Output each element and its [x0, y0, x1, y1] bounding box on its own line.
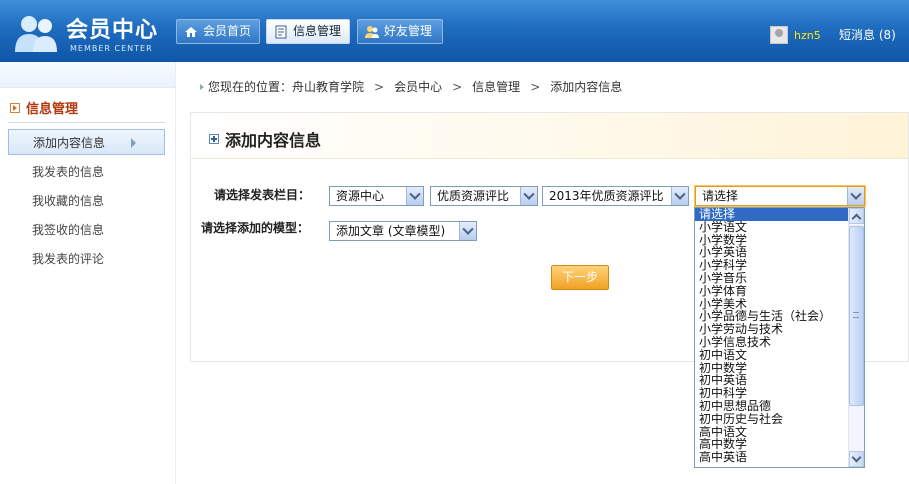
dropdown-option[interactable]: 小学信息技术 — [695, 336, 849, 349]
scroll-grip-icon — [853, 312, 859, 318]
sidebar-item-add-content[interactable]: 添加内容信息 — [8, 129, 165, 155]
tab-label: 好友管理 — [384, 24, 433, 38]
dropdown-scrollbar[interactable] — [848, 208, 864, 467]
dropdown-option[interactable]: 小学科学 — [695, 259, 849, 272]
breadcrumb-arrow-icon — [200, 83, 204, 90]
breadcrumb-separator: > — [452, 79, 463, 94]
sidebar-item-my-comments[interactable]: 我发表的评论 — [8, 246, 165, 272]
friends-icon — [365, 25, 379, 38]
breadcrumb-item[interactable]: 信息管理 — [472, 78, 520, 95]
messages-link[interactable]: 短消息 (8) — [839, 26, 896, 43]
column-dropdown-list[interactable]: 请选择 小学语文 小学数学 小学英语 小学科学 小学音乐 小学体育 小学美术 小学品德与生活（社… — [694, 207, 865, 468]
main-left-border — [175, 62, 176, 484]
dropdown-option[interactable]: 请选择 — [695, 208, 849, 221]
members-logo-icon — [15, 16, 57, 52]
username-link[interactable]: hzn5 — [794, 29, 821, 42]
dropdown-option[interactable]: 初中科学 — [695, 387, 849, 400]
dropdown-option[interactable]: 高中英语 — [695, 451, 849, 464]
select-value: 添加文章 (文章模型) — [336, 224, 446, 238]
chevron-down-icon[interactable] — [406, 187, 423, 205]
breadcrumb-separator: > — [530, 79, 541, 94]
logo: 会员中心 MEMBER CENTER — [8, 6, 168, 58]
dropdown-option[interactable]: 初中语文 — [695, 349, 849, 362]
select-value: 2013年优质资源评比 — [549, 189, 664, 203]
select-value: 优质资源评比 — [437, 189, 510, 203]
dropdown-options: 请选择 小学语文 小学数学 小学英语 小学科学 小学音乐 小学体育 小学美术 小学品德与生活（社… — [695, 208, 849, 464]
breadcrumb-prefix: 您现在的位置： — [208, 80, 293, 94]
dropdown-option[interactable]: 高中数学 — [695, 438, 849, 451]
section-title-label: 信息管理 — [26, 102, 79, 117]
tab-info-management[interactable]: 信息管理 — [266, 19, 350, 44]
sidebar-item-my-posts[interactable]: 我发表的信息 — [8, 159, 165, 185]
sidebar-top-bar — [0, 62, 175, 88]
chevron-down-icon[interactable] — [671, 187, 688, 205]
column-select-4[interactable]: 请选择 — [695, 186, 865, 206]
logo-title: 会员中心 — [66, 18, 159, 43]
user-box[interactable]: hzn5 — [770, 26, 821, 44]
panel-title: 添加内容信息 — [209, 127, 321, 151]
sidebar-item-label: 我收藏的信息 — [32, 194, 105, 208]
sidebar-divider — [8, 122, 165, 123]
model-label: 请选择添加的模型： — [201, 221, 310, 235]
scroll-up-icon[interactable] — [849, 208, 864, 224]
panel-title-label: 添加内容信息 — [225, 131, 322, 150]
section-arrow-icon — [10, 102, 20, 113]
top-header: 会员中心 MEMBER CENTER 会员首页 信息管理 好友管理 hzn5 短… — [0, 0, 909, 62]
tab-friend-management[interactable]: 好友管理 — [357, 19, 443, 44]
breadcrumb-item[interactable]: 舟山教育学院 — [292, 78, 364, 95]
column-select-1[interactable]: 资源中心 — [329, 186, 424, 206]
dropdown-option[interactable]: 小学数学 — [695, 234, 849, 247]
breadcrumb-item: 添加内容信息 — [550, 80, 623, 94]
sidebar-item-label: 我签收的信息 — [32, 223, 105, 237]
dropdown-option[interactable]: 小学劳动与技术 — [695, 323, 849, 336]
select-value: 资源中心 — [336, 189, 385, 203]
tab-label: 会员首页 — [203, 24, 252, 38]
chevron-right-icon — [131, 138, 136, 148]
model-select[interactable]: 添加文章 (文章模型) — [329, 221, 477, 241]
dropdown-option[interactable]: 小学美术 — [695, 298, 849, 311]
dropdown-option[interactable]: 初中数学 — [695, 362, 849, 375]
next-step-button[interactable]: 下一步 — [551, 265, 609, 290]
sidebar: 信息管理 添加内容信息 我发表的信息 我收藏的信息 我签收的信息 我发表的评论 — [0, 62, 175, 484]
dropdown-option[interactable]: 小学英语 — [695, 246, 849, 259]
panel-header: 添加内容信息 — [191, 113, 908, 159]
dropdown-option[interactable]: 初中思想品德 — [695, 400, 849, 413]
dropdown-option[interactable]: 初中英语 — [695, 374, 849, 387]
home-icon — [185, 26, 197, 37]
sidebar-item-label: 我发表的信息 — [32, 165, 105, 179]
chevron-down-icon[interactable] — [847, 187, 864, 205]
sidebar-item-my-received[interactable]: 我签收的信息 — [8, 217, 165, 243]
dropdown-option[interactable]: 小学音乐 — [695, 272, 849, 285]
chevron-down-icon[interactable] — [459, 222, 476, 240]
sidebar-item-label: 添加内容信息 — [33, 136, 106, 150]
dropdown-option[interactable]: 小学品德与生活（社会） — [695, 310, 849, 323]
tab-member-home[interactable]: 会员首页 — [176, 19, 260, 44]
avatar[interactable] — [770, 26, 788, 44]
tab-label: 信息管理 — [293, 24, 342, 38]
document-icon — [275, 25, 287, 38]
dropdown-option[interactable]: 小学体育 — [695, 285, 849, 298]
breadcrumb: 您现在的位置： 舟山教育学院 > 会员中心 > 信息管理 > 添加内容信息 — [200, 78, 622, 95]
select-value: 请选择 — [702, 189, 739, 203]
sidebar-item-my-favorites[interactable]: 我收藏的信息 — [8, 188, 165, 214]
sidebar-section-title: 信息管理 — [10, 98, 78, 117]
logo-subtitle: MEMBER CENTER — [70, 44, 153, 53]
column-select-3[interactable]: 2013年优质资源评比 — [542, 186, 689, 206]
chevron-down-icon[interactable] — [520, 187, 537, 205]
column-select-2[interactable]: 优质资源评比 — [430, 186, 538, 206]
breadcrumb-separator: > — [374, 79, 385, 94]
dropdown-option[interactable]: 初中历史与社会 — [695, 413, 849, 426]
column-label: 请选择发表栏目： — [214, 188, 311, 202]
sidebar-item-label: 我发表的评论 — [32, 252, 105, 266]
scroll-down-icon[interactable] — [849, 451, 864, 467]
dropdown-option[interactable]: 高中语文 — [695, 426, 849, 439]
dropdown-option[interactable]: 小学语文 — [695, 221, 849, 234]
plus-icon — [209, 134, 219, 144]
breadcrumb-item[interactable]: 会员中心 — [394, 78, 442, 95]
